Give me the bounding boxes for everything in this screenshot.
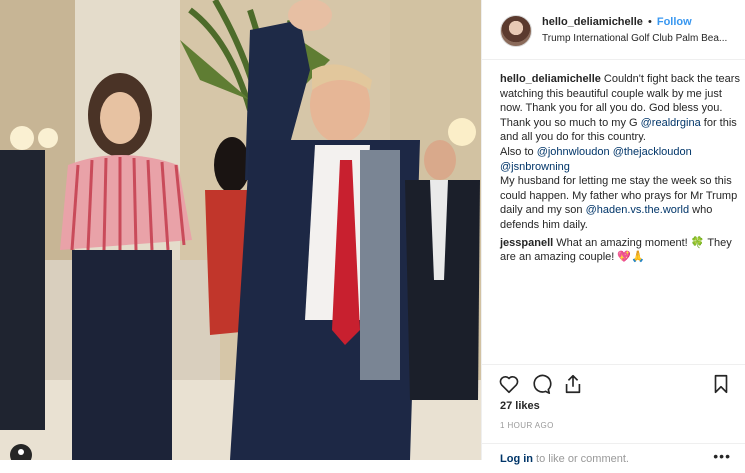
photo-illustration: [0, 0, 481, 460]
add-comment-bar: Log in to like or comment. •••: [482, 443, 745, 473]
caption-text-2: Thank you so much to my G: [500, 116, 641, 129]
comments-list: hello_deliamichelle Couldn't fight back …: [500, 72, 740, 265]
bookmark-icon[interactable]: [710, 373, 732, 395]
post-timestamp[interactable]: 1 HOUR AGO: [500, 421, 554, 430]
share-icon[interactable]: [562, 373, 584, 395]
login-link[interactable]: Log in: [500, 453, 533, 465]
login-prompt-text: to like or comment.: [533, 453, 629, 465]
comment-item: jesspanell What an amazing moment! 🍀 The…: [500, 236, 740, 265]
likes-count[interactable]: 27 likes: [500, 400, 540, 412]
follow-button[interactable]: Follow: [657, 16, 692, 28]
post-photo[interactable]: [0, 0, 481, 460]
comment-username[interactable]: hello_deliamichelle: [500, 73, 601, 85]
caption-comment: hello_deliamichelle Couldn't fight back …: [500, 72, 740, 233]
user-line: hello_deliamichelle • Follow: [542, 16, 692, 28]
login-prompt: Log in to like or comment.: [500, 453, 629, 465]
post-header: hello_deliamichelle • Follow Trump Inter…: [482, 0, 745, 60]
heart-icon[interactable]: [498, 373, 520, 395]
mention-link[interactable]: @jsnbrowning: [500, 161, 570, 173]
caption-text-4: Also to: [500, 145, 537, 158]
post-actions: 27 likes 1 HOUR AGO Log in to like or co…: [482, 364, 745, 465]
mention-link[interactable]: @realdrgina: [641, 117, 701, 129]
tag-people-icon[interactable]: [10, 444, 32, 460]
comment-icon[interactable]: [530, 373, 552, 395]
avatar[interactable]: [500, 15, 532, 47]
username-link[interactable]: hello_deliamichelle: [542, 16, 643, 28]
more-options-icon[interactable]: •••: [713, 448, 731, 464]
post-sidebar: hello_deliamichelle • Follow Trump Inter…: [481, 0, 745, 465]
location-link[interactable]: Trump International Golf Club Palm Bea..…: [542, 33, 740, 44]
mention-link[interactable]: @haden.vs.the.world: [586, 204, 690, 216]
comment-username[interactable]: jesspanell: [500, 237, 553, 249]
separator-dot: •: [647, 16, 652, 28]
mention-link[interactable]: @thejackloudon: [613, 146, 692, 158]
mention-link[interactable]: @johnwloudon: [537, 146, 610, 158]
